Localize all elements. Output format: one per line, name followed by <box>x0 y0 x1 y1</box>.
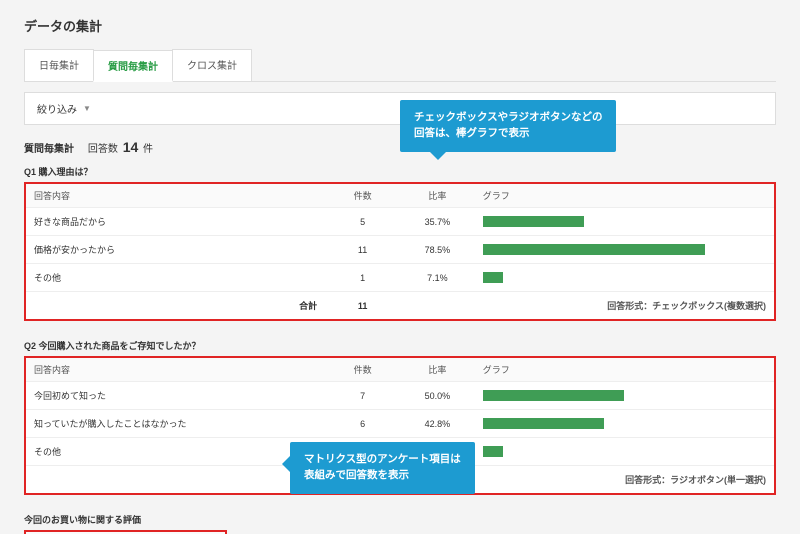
col-count: 件数 <box>325 184 400 208</box>
answer-ratio: 42.8% <box>400 410 475 438</box>
answer-ratio: 78.5% <box>400 236 475 264</box>
col-ratio: 比率 <box>400 358 475 382</box>
answer-name: その他 <box>26 264 325 292</box>
answer-count: 5 <box>325 208 400 236</box>
answer-name: 知っていたが購入したことはなかった <box>26 410 325 438</box>
answer-bar <box>475 382 774 410</box>
table-row: 今回初めて知った750.0% <box>26 382 774 410</box>
answer-bar <box>475 264 774 292</box>
callout-text: マトリクス型のアンケート項目は <box>304 453 461 465</box>
answer-bar <box>475 208 774 236</box>
summary-count: 14 <box>123 139 139 155</box>
answer-count: 1 <box>325 264 400 292</box>
page-title: データの集計 <box>24 16 776 35</box>
question-block-q1: Q1 購入理由は？ 回答内容 件数 比率 グラフ 好きな商品だから535.7%価… <box>24 165 776 321</box>
col-ratio: 比率 <box>400 184 475 208</box>
answer-count: 7 <box>325 382 400 410</box>
col-count: 件数 <box>325 358 400 382</box>
total-count: 11 <box>325 292 400 320</box>
answer-bar <box>475 438 774 466</box>
col-graph: グラフ <box>475 358 774 382</box>
tab-cross[interactable]: クロス集計 <box>172 49 252 81</box>
answer-ratio: 7.1% <box>400 264 475 292</box>
tab-question[interactable]: 質問毎集計 <box>93 50 173 82</box>
question-label: Q1 購入理由は？ <box>24 165 776 178</box>
col-graph: グラフ <box>475 184 774 208</box>
callout-matrix: マトリクス型のアンケート項目は 表組みで回答数を表示 <box>290 442 475 494</box>
tabset: 日毎集計 質問毎集計 クロス集計 <box>24 49 776 82</box>
table-row: その他17.1% <box>26 264 774 292</box>
answer-count: 6 <box>325 410 400 438</box>
answer-bar <box>475 410 774 438</box>
summary-count-label: 回答数 <box>88 144 118 155</box>
answer-ratio: 35.7% <box>400 208 475 236</box>
callout-bar-graph: チェックボックスやラジオボタンなどの 回答は、棒グラフで表示 <box>400 100 616 152</box>
answer-bar <box>475 236 774 264</box>
table-row: 好きな商品だから535.7% <box>26 208 774 236</box>
question-label: Q2 今回購入された商品をご存知でしたか？ <box>24 339 776 352</box>
answer-format: 回答形式：チェックボックス(複数選択) <box>475 292 774 320</box>
answer-name: 価格が安かったから <box>26 236 325 264</box>
answer-count: 11 <box>325 236 400 264</box>
table-row: 知っていたが購入したことはなかった642.8% <box>26 410 774 438</box>
answer-name: 今回初めて知った <box>26 382 325 410</box>
summary-title: 質問毎集計 <box>24 144 74 155</box>
col-name: 回答内容 <box>26 184 325 208</box>
callout-text: 回答は、棒グラフで表示 <box>414 127 530 139</box>
answer-format: 回答形式：ラジオボタン(単一選択) <box>475 466 774 494</box>
summary-unit: 件 <box>143 144 153 155</box>
callout-text: 表組みで回答数を表示 <box>304 469 409 481</box>
chevron-down-icon: ▼ <box>83 104 91 113</box>
tab-daily[interactable]: 日毎集計 <box>24 49 94 81</box>
col-name: 回答内容 <box>26 358 325 382</box>
callout-text: チェックボックスやラジオボタンなどの <box>414 111 602 123</box>
answer-name: 好きな商品だから <box>26 208 325 236</box>
filter-label: 絞り込み <box>37 101 77 116</box>
matrix-label: 今回のお買い物に関する評価 <box>24 513 776 526</box>
total-label: 合計 <box>26 292 325 320</box>
answer-ratio: 50.0% <box>400 382 475 410</box>
table-row: 価格が安かったから1178.5% <box>26 236 774 264</box>
matrix-block: 今回のお買い物に関する評価 良い 普通 悪い サイトの使いやすさ581商品の写真… <box>24 513 776 534</box>
